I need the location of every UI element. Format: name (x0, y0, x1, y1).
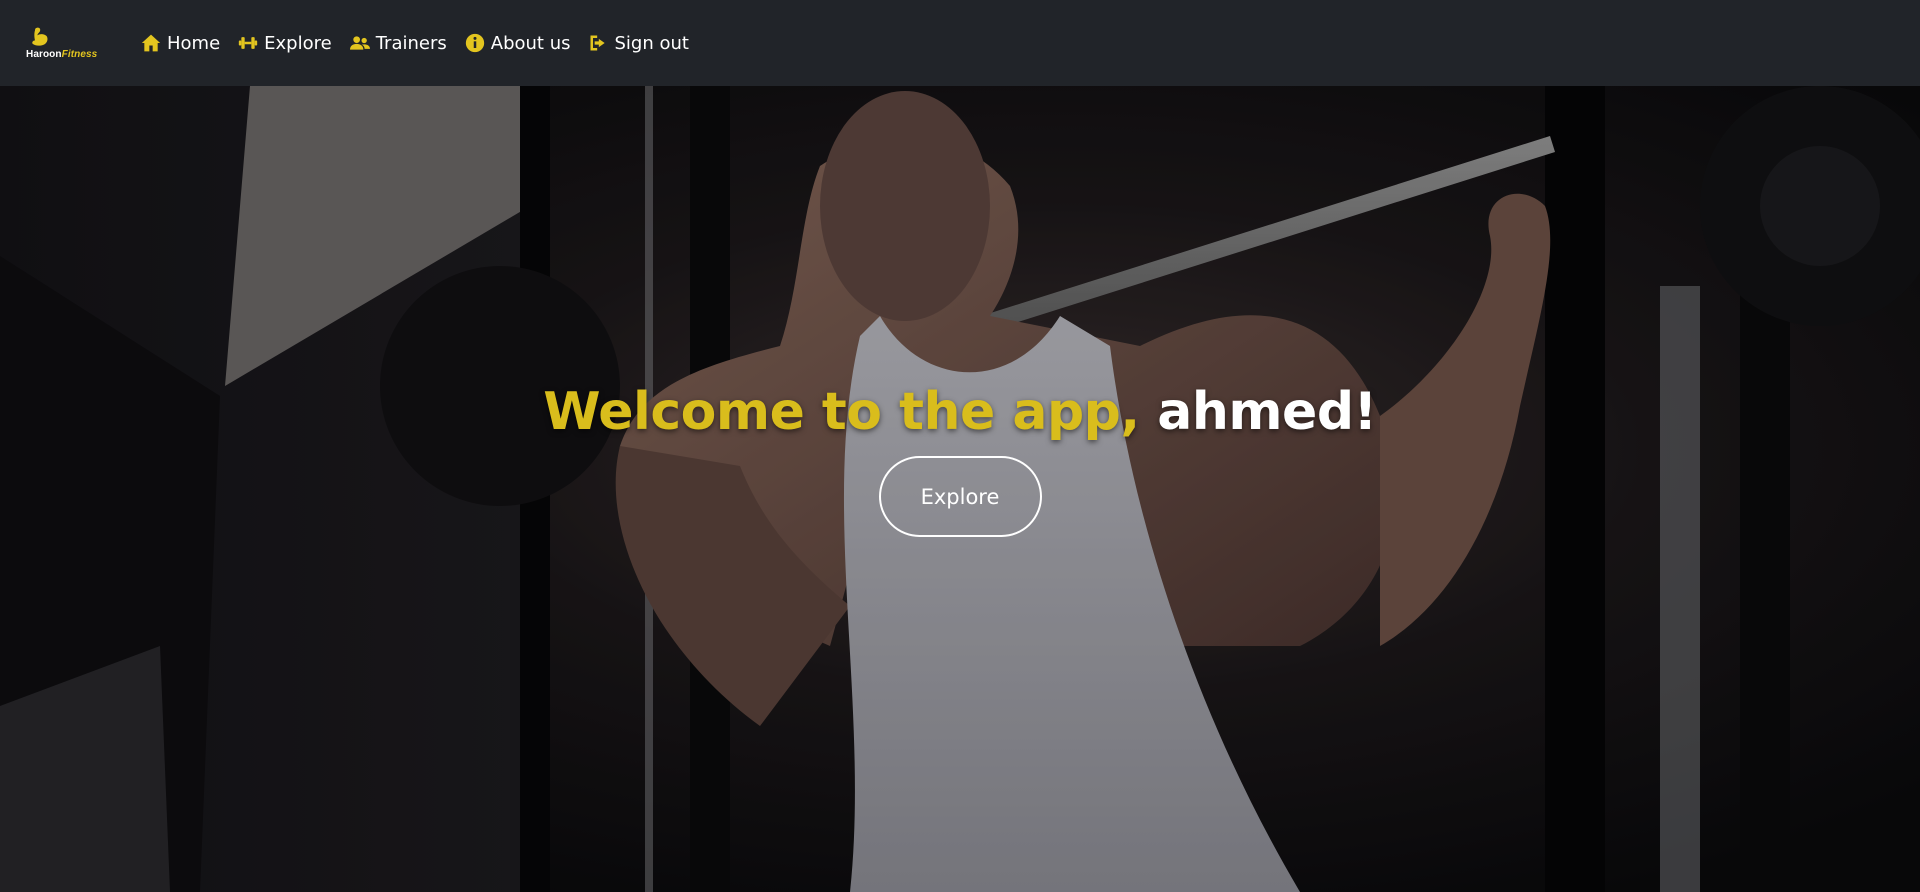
nav-link-sign-out[interactable]: Sign out (588, 23, 689, 63)
nav-link-home[interactable]: Home (141, 23, 220, 63)
welcome-username: ahmed! (1157, 382, 1377, 442)
nav-link-trainers[interactable]: Trainers (349, 23, 447, 63)
nav-link-sign-out-label: Sign out (614, 32, 689, 54)
dumbbell-icon (238, 33, 258, 53)
users-icon (349, 33, 370, 53)
nav-link-trainers-label: Trainers (375, 32, 447, 54)
welcome-heading: Welcome to the app, ahmed! (543, 382, 1377, 442)
welcome-prefix: Welcome to the app, (543, 382, 1140, 442)
hero-section: Welcome to the app, ahmed! Explore (0, 86, 1920, 892)
hero-content: Welcome to the app, ahmed! Explore (0, 86, 1920, 892)
explore-button[interactable]: Explore (878, 456, 1042, 537)
nav-link-about-us-label: About us (490, 32, 571, 54)
sign-out-icon (588, 33, 608, 53)
nav-link-home-label: Home (167, 32, 221, 54)
nav-links: Home Explore Trainers About us Sign out (141, 23, 707, 63)
brand-logo-link[interactable]: HaroonFitness (26, 26, 141, 61)
nav-link-explore-label: Explore (264, 32, 332, 54)
flexed-arm-icon (32, 27, 48, 46)
brand-name: HaroonFitness (26, 49, 97, 61)
home-icon (141, 33, 161, 53)
navbar: HaroonFitness Home Explore Trainers Abou… (0, 0, 1920, 86)
brand-name-part2: Fitness (61, 48, 98, 60)
info-circle-icon (465, 33, 485, 53)
nav-link-explore[interactable]: Explore (238, 23, 332, 63)
nav-link-about-us[interactable]: About us (465, 23, 571, 63)
brand-name-part1: Haroon (26, 48, 62, 60)
